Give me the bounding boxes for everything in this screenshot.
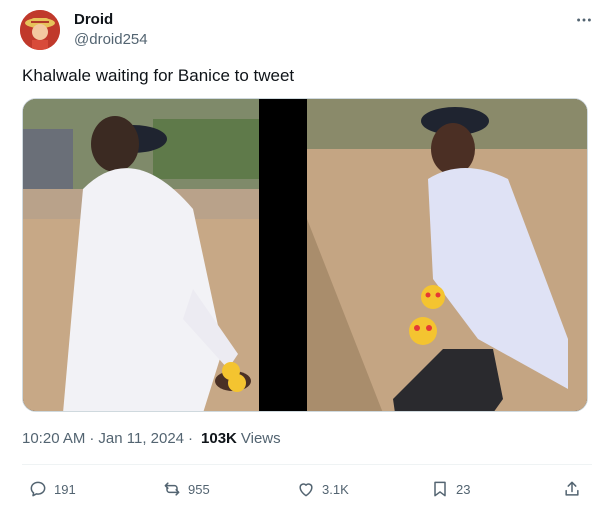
- like-count: 3.1K: [322, 481, 349, 497]
- tweet-card: Droid @droid254 Khalwale waiting for Ban…: [0, 0, 614, 514]
- views-count: 103K: [201, 430, 237, 447]
- media-image: [23, 99, 587, 411]
- reply-icon: [30, 481, 46, 497]
- repost-button[interactable]: 955: [162, 474, 210, 504]
- tweet-text: Khalwale waiting for Banice to tweet: [22, 66, 295, 85]
- share-button[interactable]: [562, 474, 582, 504]
- meta-separator: ·: [188, 430, 194, 447]
- tweet-media[interactable]: [22, 98, 588, 412]
- repost-icon: [164, 482, 180, 496]
- author-name[interactable]: Droid: [74, 11, 113, 28]
- tweet-meta: 10:20 AM · Jan 11, 2024 · 103K Views: [22, 430, 281, 447]
- avatar[interactable]: [20, 10, 60, 50]
- meta-separator: ·: [89, 430, 95, 447]
- heart-icon: [299, 483, 313, 497]
- tweet-date[interactable]: Jan 11, 2024: [98, 430, 184, 447]
- reply-button[interactable]: 191: [28, 474, 76, 504]
- author-handle[interactable]: @droid254: [74, 31, 148, 48]
- like-button[interactable]: 3.1K: [296, 474, 349, 504]
- share-icon: [565, 481, 579, 496]
- action-bar: 191 955 3.1K 23: [22, 474, 588, 504]
- tweet-time[interactable]: 10:20 AM: [22, 430, 85, 447]
- bookmark-count: 23: [456, 481, 471, 497]
- more-options-button[interactable]: [574, 10, 594, 30]
- more-horizontal-icon: [577, 18, 591, 22]
- reply-count: 191: [54, 481, 76, 497]
- views-label: Views: [240, 430, 281, 447]
- repost-count: 955: [188, 481, 210, 497]
- avatar-image: [20, 10, 60, 50]
- bookmark-icon: [434, 481, 446, 497]
- bookmark-button[interactable]: 23: [430, 474, 470, 504]
- divider: [22, 464, 592, 465]
